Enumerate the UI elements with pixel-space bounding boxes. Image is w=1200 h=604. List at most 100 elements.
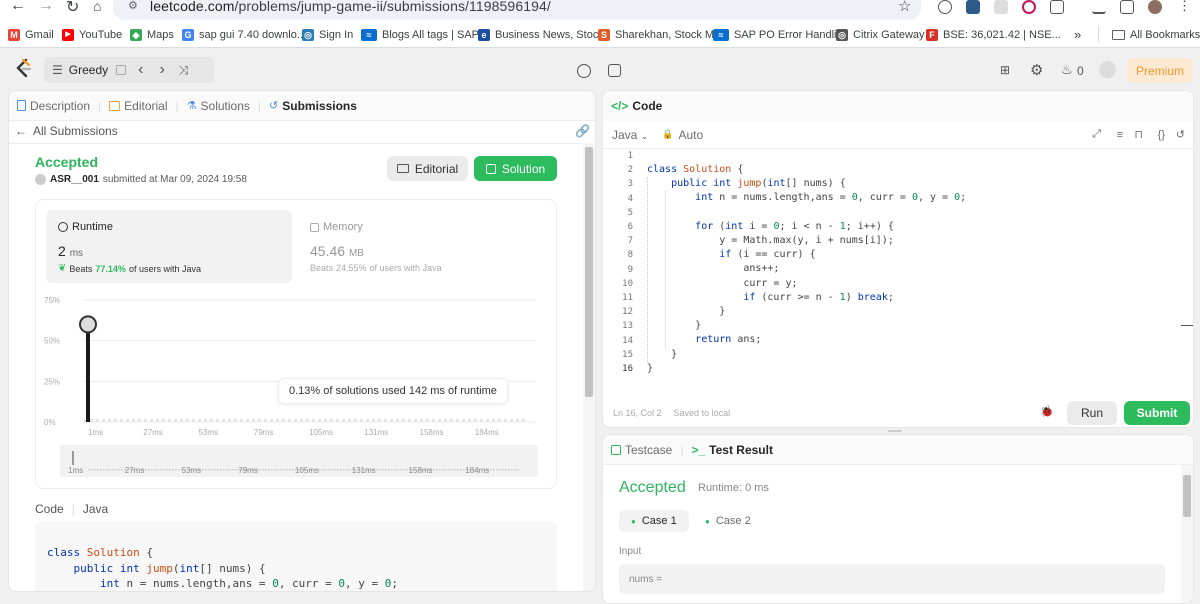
x-tick-label: 131ms — [364, 428, 388, 437]
slider-dot — [493, 469, 495, 471]
bookmark-icon[interactable]: ⊓ — [1134, 128, 1143, 141]
chart-bar — [156, 419, 159, 422]
bookmark-youtube[interactable]: ▶ YouTube — [62, 29, 122, 41]
chart-bar — [474, 419, 477, 422]
language-select[interactable]: Java ⌄ — [612, 128, 648, 142]
reset-icon[interactable]: ↺ — [1176, 128, 1185, 141]
browser-menu-icon[interactable]: ⋮ — [1178, 0, 1191, 14]
settings-gear-icon[interactable]: ⚙ — [1030, 61, 1043, 79]
chart-bar — [192, 419, 195, 422]
bookmark-gmail[interactable]: M Gmail — [8, 29, 54, 41]
x-tick-label: 53ms — [199, 428, 219, 437]
slider-dot — [382, 469, 384, 471]
site-info-icon[interactable]: ⚙ — [128, 0, 138, 12]
extension-icon[interactable] — [994, 0, 1008, 14]
slider-dot — [148, 469, 150, 471]
extension-icon[interactable] — [966, 0, 980, 14]
submitted-code-block[interactable]: class Solution { public int jump(int[] n… — [35, 521, 557, 591]
chart-bar — [186, 419, 189, 422]
chart-bar — [402, 419, 405, 422]
resize-handle[interactable] — [888, 430, 902, 432]
editorial-book-icon — [109, 100, 121, 111]
submit-button[interactable]: Submit — [1124, 401, 1190, 425]
runtime-range-slider[interactable]: 1ms 27ms 53ms 79ms 105ms 131ms 158ms 184ms — [60, 445, 538, 477]
submission-panel: Description | Editorial | ⚗ Solutions | ↺… — [8, 90, 596, 592]
line-number: 10 — [622, 278, 633, 289]
forward-arrow-icon[interactable]: → — [38, 0, 54, 15]
slider-dot — [103, 469, 105, 471]
tab-test-result[interactable]: >_ Test Result — [683, 435, 780, 464]
previous-problem-icon[interactable]: ‹ — [138, 61, 143, 79]
chart-bar — [342, 419, 345, 422]
back-arrow-icon[interactable]: ← — [10, 0, 26, 15]
reading-list-icon[interactable] — [1092, 0, 1106, 14]
bookmark-citrix[interactable]: ◎ Citrix Gateway — [836, 29, 925, 41]
extension-icon[interactable] — [1022, 0, 1036, 14]
memory-box[interactable]: Memory 45.46 MB Beats 24.55% of users with… — [298, 210, 548, 283]
tab-submissions[interactable]: ↺ Submissions — [261, 91, 365, 120]
all-submissions-link[interactable]: ← All Submissions — [15, 124, 118, 138]
extension-icon[interactable] — [938, 0, 952, 14]
slider-dot — [442, 469, 444, 471]
username-link[interactable]: ASR__001 — [50, 174, 99, 185]
tab-code[interactable]: </> Code — [603, 91, 670, 121]
more-bookmarks-button[interactable]: » — [1074, 27, 1081, 42]
leetcode-logo-icon[interactable] — [14, 58, 32, 78]
tab-editorial[interactable]: Editorial — [101, 91, 175, 120]
bookmark-sap-blogs[interactable]: ≈ Blogs All tags | SAP... — [361, 29, 487, 41]
expand-icon[interactable]: ⤢ — [1092, 128, 1101, 141]
editor-status: Ln 16, Col 2 Saved to local — [613, 408, 731, 418]
case-1-tab[interactable]: ● Case 1 — [619, 510, 689, 532]
editorial-button[interactable]: Editorial — [387, 156, 468, 181]
scrollbar-thumb[interactable] — [1183, 475, 1191, 517]
debug-icon[interactable]: 🐞 — [1040, 405, 1054, 418]
scrollbar-thumb[interactable] — [585, 147, 593, 397]
reload-icon[interactable]: ↻ — [66, 0, 79, 17]
line-number: 1 — [627, 151, 633, 161]
solution-button[interactable]: Solution — [474, 156, 557, 181]
slider-dot — [265, 469, 267, 471]
bookmark-maps[interactable]: ◆ Maps — [130, 29, 174, 41]
input-value-box[interactable]: nums = — [619, 564, 1165, 594]
slider-dot — [436, 469, 438, 471]
copy-link-icon[interactable]: 🔗 — [575, 124, 590, 138]
runtime-box[interactable]: Runtime 2 ms ❦ Beats 77.14% of users with … — [46, 210, 292, 283]
all-bookmarks[interactable]: All Bookmarks — [1112, 29, 1200, 41]
profile-avatar[interactable] — [1148, 0, 1162, 14]
bookmark-sap-po[interactable]: ≈ SAP PO Error Handli... — [713, 29, 846, 41]
alarm-clock-icon[interactable] — [577, 64, 591, 78]
next-problem-icon[interactable]: › — [159, 61, 164, 79]
braces-icon[interactable]: {} — [1158, 129, 1165, 141]
streak-fire-icon[interactable]: ♨ — [1061, 62, 1073, 78]
user-runtime-marker[interactable] — [79, 315, 97, 334]
premium-button[interactable]: Premium — [1127, 58, 1193, 83]
run-button[interactable]: Run — [1067, 401, 1117, 425]
extensions-puzzle-icon[interactable] — [1050, 0, 1064, 14]
open-list-icon[interactable] — [116, 65, 127, 75]
bookmark-star-icon[interactable]: ☆ — [898, 0, 911, 15]
user-avatar[interactable] — [1099, 61, 1116, 78]
shuffle-icon[interactable]: ⤨ — [179, 63, 189, 78]
notes-icon[interactable] — [608, 64, 621, 77]
url-text[interactable]: leetcode.com/problems/jump-game-ii/submi… — [150, 0, 551, 14]
code-editor-panel: </> Code Java ⌄ 🔒 Auto ⤢ ≡ ⊓ {} ↺ 1234567… — [602, 90, 1194, 428]
side-panel-icon[interactable] — [1120, 0, 1134, 14]
code-content[interactable]: class Solution { public int jump(int[] n… — [647, 163, 966, 376]
home-icon[interactable]: ⌂ — [93, 0, 101, 14]
layout-grid-icon[interactable]: ⊞ — [1000, 63, 1010, 77]
tab-testcase[interactable]: Testcase — [603, 435, 680, 464]
bookmark-sharekhan[interactable]: S Sharekhan, Stock M... — [598, 29, 723, 41]
bookmark-bse[interactable]: F BSE: 36,021.42 | NSE... — [926, 29, 1061, 41]
problem-list-title[interactable]: Greedy — [69, 63, 108, 77]
slider-dot — [325, 469, 327, 471]
bookmark-google[interactable]: Gsap gui 7.40 downlo... — [182, 29, 306, 41]
slider-dot — [217, 469, 219, 471]
format-icon[interactable]: ≡ — [1117, 129, 1123, 141]
highlighted-runtime-bar[interactable] — [86, 324, 90, 422]
tab-description[interactable]: Description — [9, 91, 98, 120]
case-2-tab[interactable]: ● Case 2 — [699, 510, 757, 532]
tab-solutions[interactable]: ⚗ Solutions — [179, 91, 258, 120]
bookmark-business-news[interactable]: e Business News, Stoc... — [478, 29, 608, 41]
bookmark-sign-in[interactable]: ◎ Sign In — [302, 29, 353, 41]
auto-mode[interactable]: Auto — [678, 128, 703, 142]
